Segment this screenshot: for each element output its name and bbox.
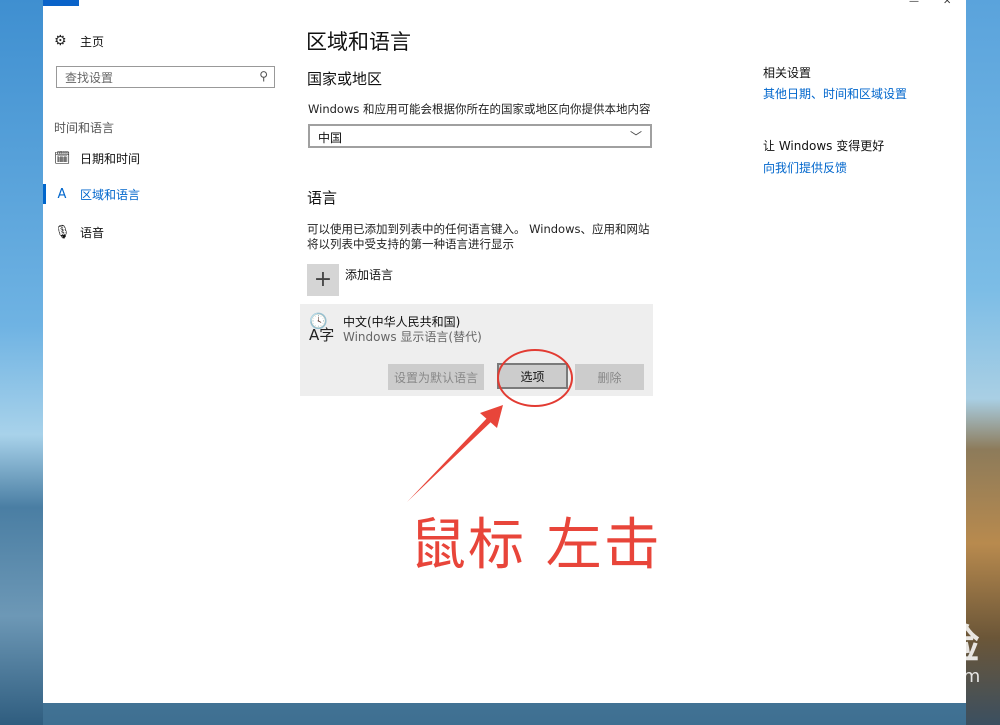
annotation-text: 鼠标 左击 bbox=[410, 513, 662, 578]
watermark-brand: Baidu经验 bbox=[765, 622, 981, 668]
watermark: Baidu经验 jingyan.baidu.com bbox=[765, 612, 980, 687]
